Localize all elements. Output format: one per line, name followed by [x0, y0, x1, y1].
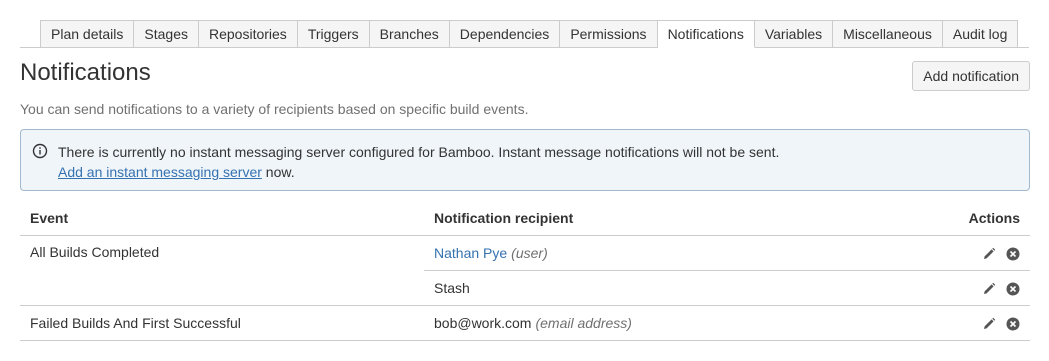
- delete-icon[interactable]: [1006, 282, 1020, 296]
- info-message: There is currently no instant messaging …: [20, 129, 1030, 191]
- recipient-cell: bob@work.com (email address): [424, 305, 930, 341]
- recipient-type: (email address): [535, 315, 632, 331]
- tab-dependencies[interactable]: Dependencies: [449, 20, 561, 48]
- event-cell: Failed Builds And First Successful: [20, 305, 424, 341]
- plan-config-tabs: Plan details Stages Repositories Trigger…: [20, 20, 1029, 48]
- recipient-cell: Nathan Pye (user): [424, 235, 930, 271]
- tab-stages[interactable]: Stages: [134, 20, 199, 48]
- edit-icon[interactable]: [982, 282, 996, 296]
- actions-cell: [930, 270, 1030, 306]
- info-icon: [32, 143, 48, 159]
- notifications-table: Event Notification recipient Actions All…: [20, 201, 1030, 341]
- page-title: Notifications: [20, 59, 151, 86]
- tab-branches[interactable]: Branches: [369, 20, 450, 48]
- info-message-text: There is currently no instant messaging …: [58, 144, 780, 160]
- tab-permissions[interactable]: Permissions: [560, 20, 658, 48]
- delete-icon[interactable]: [1006, 317, 1020, 331]
- actions-cell: [930, 305, 1030, 341]
- notifications-page: Plan details Stages Repositories Trigger…: [0, 0, 1049, 361]
- actions-column-header: Actions: [930, 201, 1030, 236]
- recipient-user-link[interactable]: Nathan Pye: [434, 245, 507, 261]
- info-message-action-line: Add an instant messaging server now.: [58, 162, 1019, 182]
- table-row: Failed Builds And First Successful bob@w…: [20, 305, 1030, 341]
- info-message-suffix: now.: [261, 164, 295, 180]
- recipient-name: Stash: [434, 280, 470, 296]
- tab-plan-details[interactable]: Plan details: [40, 20, 135, 48]
- add-im-server-link[interactable]: Add an instant messaging server: [58, 164, 262, 180]
- tab-repositories[interactable]: Repositories: [198, 20, 298, 48]
- recipient-column-header: Notification recipient: [424, 201, 930, 236]
- tab-row: Plan details Stages Repositories Trigger…: [40, 20, 1019, 48]
- tab-triggers[interactable]: Triggers: [297, 20, 370, 48]
- page-description: You can send notifications to a variety …: [20, 101, 529, 117]
- recipient-cell: Stash: [424, 270, 930, 306]
- delete-icon[interactable]: [1006, 247, 1020, 261]
- recipient-email: bob@work.com: [434, 315, 532, 331]
- recipient-type: (user): [511, 245, 548, 261]
- tab-notifications[interactable]: Notifications: [657, 20, 755, 48]
- add-notification-button[interactable]: Add notification: [912, 61, 1030, 91]
- edit-icon[interactable]: [982, 247, 996, 261]
- table-row: All Builds Completed Nathan Pye (user): [20, 235, 1030, 306]
- actions-cell: [930, 235, 1030, 271]
- edit-icon[interactable]: [982, 317, 996, 331]
- event-cell: All Builds Completed: [20, 235, 424, 306]
- tab-variables[interactable]: Variables: [754, 20, 834, 48]
- tab-miscellaneous[interactable]: Miscellaneous: [833, 20, 943, 48]
- tab-audit-log[interactable]: Audit log: [942, 20, 1019, 48]
- table-header-row: Event Notification recipient Actions: [20, 201, 1030, 236]
- event-column-header: Event: [20, 201, 424, 236]
